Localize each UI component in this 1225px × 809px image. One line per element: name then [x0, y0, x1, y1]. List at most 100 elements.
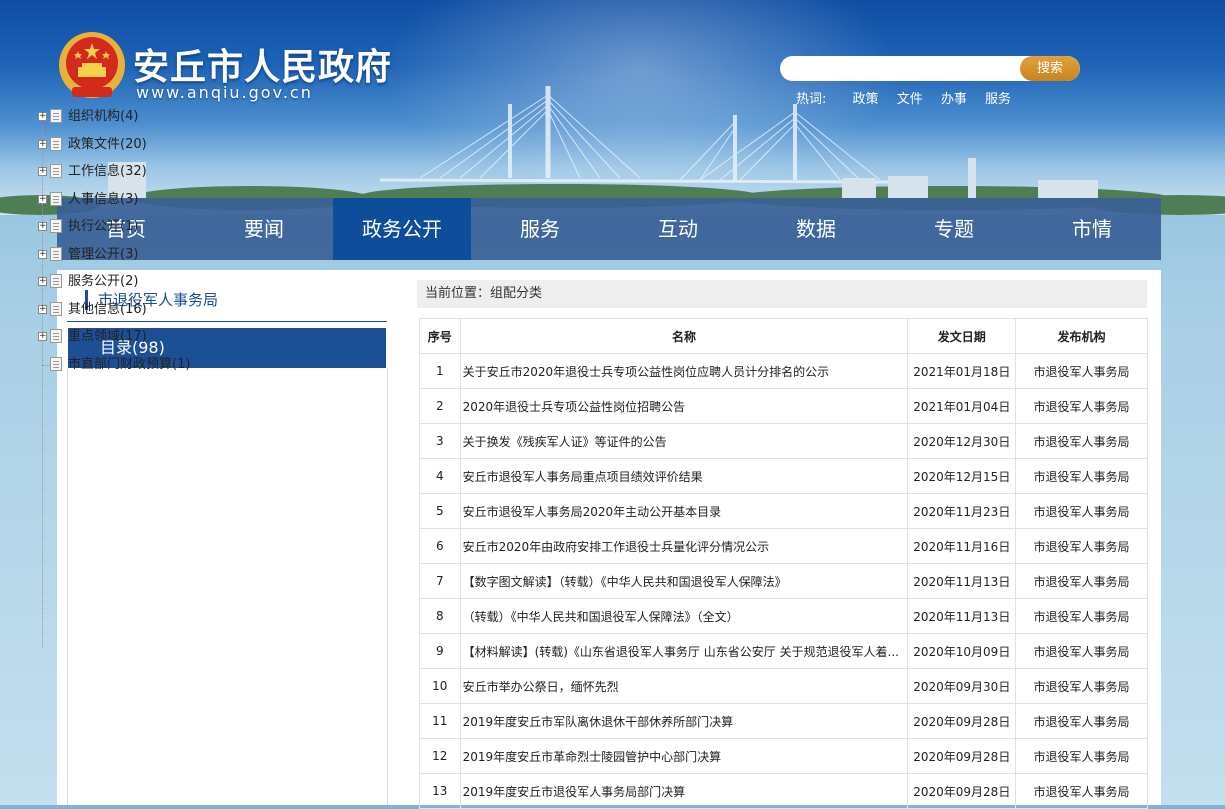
document-title-link[interactable]: 【数字图文解读】（转载）《中华人民共和国退役军人保障法》 — [463, 573, 903, 590]
document-title-link-cell[interactable]: 2019年度安丘市退役军人事务局部门决算 — [459, 773, 909, 809]
document-title-link[interactable]: 2019年度安丘市革命烈士陵园管护中心部门决算 — [463, 748, 903, 765]
document-title-link-cell[interactable]: 安丘市2020年由政府安排工作退役士兵量化评分情况公示 — [459, 528, 909, 564]
publishing-agency: 市退役军人事务局 — [1033, 539, 1130, 554]
document-title-link-cell[interactable]: 关于安丘市2020年退役士兵专项公益性岗位应聘人员计分排名的公示 — [459, 353, 909, 389]
row-number: 12 — [432, 749, 448, 763]
publishing-agency: 市退役军人事务局 — [1033, 714, 1130, 729]
document-title-link-cell[interactable]: （转载）《中华人民共和国退役军人保障法》（全文） — [459, 598, 909, 634]
document-title-link-cell[interactable]: 安丘市退役军人事务局2020年主动公开基本目录 — [459, 493, 909, 529]
tree-node[interactable]: + 人事信息(3) — [38, 189, 190, 217]
table-row: 6 安丘市2020年由政府安排工作退役士兵量化评分情况公示 2020年11月16日 市… — [419, 528, 1148, 564]
row-number: 4 — [435, 469, 444, 483]
main-nav: 首页 要闻 政务公开 服务 互动 数据 专题 市情 — [57, 198, 1161, 260]
publish-date-cell: 2020年09月30日 — [907, 668, 1017, 704]
hotword-link[interactable]: 政策 — [853, 92, 879, 107]
hotword-link[interactable]: 文件 — [897, 92, 923, 107]
publishing-agency: 市退役军人事务局 — [1033, 784, 1130, 799]
publish-date-cell: 2020年11月23日 — [907, 493, 1017, 529]
tree-node-label: 其他信息(16) — [68, 301, 147, 317]
publish-date: 2020年11月13日 — [913, 574, 1011, 589]
document-title-link[interactable]: 关于换发《残疾军人证》等证件的公告 — [463, 433, 903, 450]
table-row: 2 2020年退役士兵专项公益性岗位招聘公告 2021年01月04日 市退役军人事务局 — [419, 388, 1148, 424]
document-title-link-cell[interactable]: 【数字图文解读】（转载）《中华人民共和国退役军人保障法》 — [459, 563, 909, 599]
national-emblem-icon — [59, 32, 125, 98]
tree-node[interactable]: + 执行公开(1) — [38, 216, 190, 244]
document-title-link-cell[interactable]: 安丘市举办公祭日，缅怀先烈 — [459, 668, 909, 704]
tree-node[interactable]: + 组织机构(4) — [38, 106, 190, 134]
hotword-link[interactable]: 服务 — [985, 92, 1011, 107]
row-number: 5 — [435, 504, 444, 518]
document-title-link[interactable]: 2019年度安丘市军队离休退休干部休养所部门决算 — [463, 713, 903, 730]
tree-node-label: 执行公开(1) — [68, 219, 139, 234]
nav-item-services[interactable]: 服务 — [471, 198, 609, 260]
search-input[interactable] — [790, 58, 1014, 80]
document-title-link[interactable]: 安丘市举办公祭日，缅怀先烈 — [463, 678, 903, 695]
expand-icon[interactable]: + — [38, 167, 47, 176]
tree-node[interactable]: + 其他信息(16) — [38, 299, 190, 327]
expand-icon[interactable]: + — [38, 332, 47, 341]
publish-date: 2020年09月28日 — [913, 714, 1011, 729]
document-title-link-cell[interactable]: 关于换发《残疾军人证》等证件的公告 — [459, 423, 909, 459]
tree-node[interactable]: + 管理公开(3) — [38, 244, 190, 272]
expand-icon[interactable]: + — [38, 277, 47, 286]
document-title-link[interactable]: 2020年退役士兵专项公益性岗位招聘公告 — [463, 398, 903, 415]
row-number-cell: 13 — [419, 773, 461, 809]
publishing-agency-cell: 市退役军人事务局 — [1015, 528, 1148, 564]
document-title-link[interactable]: 安丘市2020年由政府安排工作退役士兵量化评分情况公示 — [463, 538, 903, 555]
tree-node[interactable]: + 政策文件(20) — [38, 134, 190, 162]
document-title-link-cell[interactable]: 【材料解读】(转载)《山东省退役军人事务厅 山东省公安厅 关于规范退役军人着..… — [459, 633, 909, 669]
row-number: 8 — [435, 609, 444, 623]
document-title-link[interactable]: 【材料解读】(转载)《山东省退役军人事务厅 山东省公安厅 关于规范退役军人着..… — [463, 643, 903, 660]
search-button[interactable]: 搜索 — [1020, 56, 1080, 81]
table-row: 3 关于换发《残疾军人证》等证件的公告 2020年12月30日 市退役军人事务局 — [419, 423, 1148, 459]
document-title-link[interactable]: 安丘市退役军人事务局重点项目绩效评价结果 — [463, 468, 903, 485]
publish-date: 2020年09月28日 — [913, 784, 1011, 799]
publish-date: 2020年11月16日 — [913, 539, 1011, 554]
document-title-link-cell[interactable]: 2019年度安丘市军队离休退休干部休养所部门决算 — [459, 703, 909, 739]
hotwords: 热词: 政策 文件 办事 服务 — [796, 88, 1025, 107]
expand-icon[interactable]: + — [38, 249, 47, 259]
document-icon — [50, 246, 62, 261]
publishing-agency-cell: 市退役军人事务局 — [1015, 353, 1148, 389]
document-title-link-cell[interactable]: 2019年度安丘市革命烈士陵园管护中心部门决算 — [459, 738, 909, 774]
nav-item-government-affairs[interactable]: 政务公开 — [333, 198, 471, 260]
publishing-agency-cell: 市退役军人事务局 — [1015, 423, 1148, 459]
publish-date-cell: 2020年09月28日 — [907, 703, 1017, 739]
publishing-agency-cell: 市退役军人事务局 — [1015, 633, 1148, 669]
expand-icon[interactable]: + — [38, 139, 47, 149]
nav-item-interaction[interactable]: 互动 — [609, 198, 747, 260]
document-title-link-cell[interactable]: 安丘市退役军人事务局重点项目绩效评价结果 — [459, 458, 909, 494]
tree-node[interactable]: 市直部门财政预算(1) — [38, 354, 190, 382]
tree-node[interactable]: + 工作信息(32) — [38, 161, 190, 189]
expand-icon[interactable]: + — [38, 112, 47, 121]
document-title-link[interactable]: 关于安丘市2020年退役士兵专项公益性岗位应聘人员计分排名的公示 — [463, 363, 903, 380]
expand-icon[interactable]: + — [38, 194, 47, 204]
publishing-agency-cell: 市退役军人事务局 — [1015, 738, 1148, 774]
document-title-link[interactable]: （转载）《中华人民共和国退役军人保障法》（全文） — [463, 608, 903, 625]
table-row: 9 【材料解读】(转载)《山东省退役军人事务厅 山东省公安厅 关于规范退役军人着.… — [419, 633, 1148, 669]
publish-date-cell: 2020年11月13日 — [907, 563, 1017, 599]
row-number: 9 — [435, 644, 444, 658]
publish-date-cell: 2020年10月09日 — [907, 633, 1017, 669]
publish-date-cell: 2021年01月18日 — [907, 353, 1017, 389]
nav-item-topics[interactable]: 专题 — [885, 198, 1023, 260]
nav-item-data[interactable]: 数据 — [747, 198, 885, 260]
hotword-link[interactable]: 办事 — [941, 92, 967, 107]
document-icon — [50, 136, 62, 151]
document-icon — [50, 274, 62, 288]
tree-node[interactable]: + 服务公开(2) — [38, 271, 190, 299]
expand-icon[interactable]: + — [38, 304, 47, 314]
publish-date-cell: 2020年09月28日 — [907, 773, 1017, 809]
tree-node[interactable]: + 重点领域(17) — [38, 326, 190, 354]
document-title-link-cell[interactable]: 2020年退役士兵专项公益性岗位招聘公告 — [459, 388, 909, 424]
sidebar-tree-panel — [67, 368, 388, 805]
expand-icon[interactable]: + — [38, 222, 47, 231]
nav-item-city-info[interactable]: 市情 — [1023, 198, 1161, 260]
document-title-link[interactable]: 2019年度安丘市退役军人事务局部门决算 — [463, 783, 903, 800]
publish-date: 2021年01月18日 — [913, 364, 1011, 379]
document-icon — [50, 109, 62, 123]
document-icon — [50, 219, 62, 233]
nav-item-news[interactable]: 要闻 — [195, 198, 333, 260]
document-title-link[interactable]: 安丘市退役军人事务局2020年主动公开基本目录 — [463, 503, 903, 520]
row-number: 1 — [435, 364, 444, 378]
